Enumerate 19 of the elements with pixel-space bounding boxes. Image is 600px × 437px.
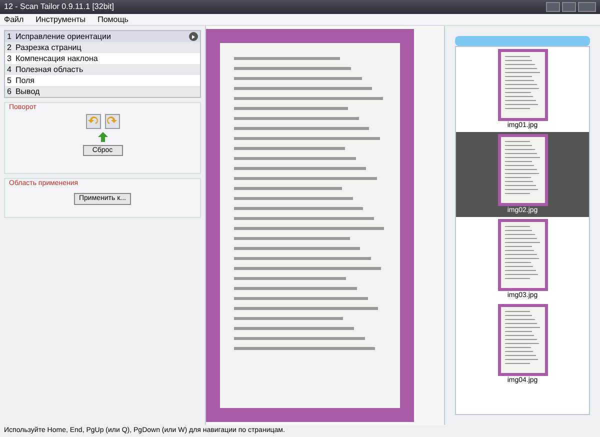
rotate-right-button[interactable] — [104, 114, 120, 128]
rotate-right-icon — [107, 116, 117, 126]
menu-item[interactable]: Файл — [4, 14, 24, 26]
menu-item[interactable]: Инструменты — [36, 14, 86, 26]
scanned-page-placeholder — [498, 134, 548, 206]
rotate-left-icon — [88, 116, 98, 126]
step-item[interactable]: 2 Разрезка страниц — [5, 42, 200, 53]
scanned-page-placeholder — [498, 49, 548, 121]
menu-item[interactable]: Помощь — [98, 14, 128, 26]
play-icon[interactable] — [189, 32, 198, 41]
splitter-handle[interactable] — [455, 36, 590, 46]
scanned-page-placeholder — [498, 304, 548, 376]
step-item[interactable]: 4 Полезная область — [5, 64, 200, 75]
window-title: 12 - Scan Tailor 0.9.11.1 [32bit] — [4, 1, 114, 13]
up-arrow-icon — [98, 132, 108, 142]
step-item[interactable]: 6 Вывод — [5, 86, 200, 97]
scanned-page-placeholder — [498, 219, 548, 291]
rotate-left-button[interactable] — [86, 114, 100, 128]
step-item[interactable]: 1 Исправление ориентации — [5, 31, 200, 42]
